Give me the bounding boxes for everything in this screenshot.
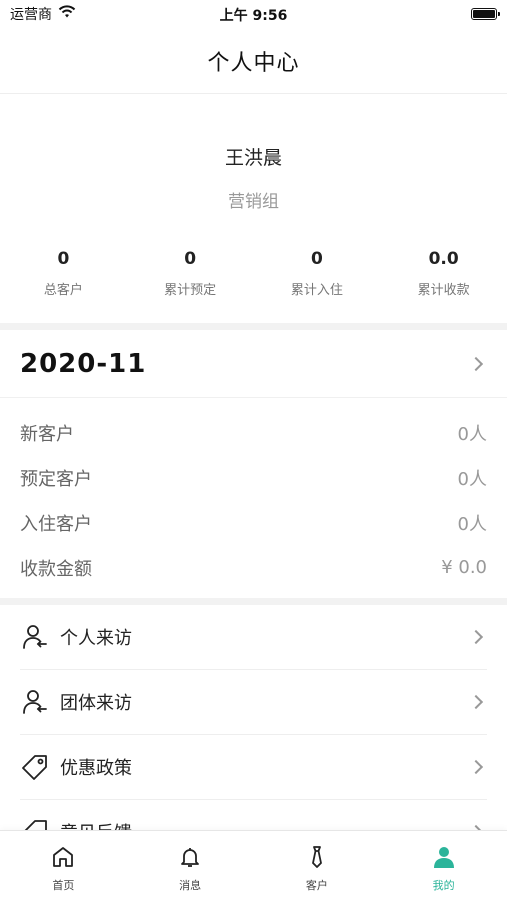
stat-value: 0 [57, 249, 70, 269]
chevron-right-icon [468, 694, 484, 710]
section-divider [0, 323, 507, 330]
stat-total-customers[interactable]: 0 总客户 [0, 249, 127, 298]
stat-total-payments[interactable]: 0.0 累计收款 [380, 249, 507, 298]
menu-item-feedback[interactable]: 意见反馈 [20, 800, 487, 830]
summary-row-payment-amount: 收款金额 ¥ 0.0 [0, 545, 507, 590]
stat-value: 0 [310, 249, 323, 269]
stat-value: 0.0 [428, 249, 459, 269]
menu-list: 个人来访 团体来访 优惠政策 意见反馈 [0, 605, 507, 830]
menu-label: 意见反馈 [60, 819, 471, 830]
menu-label: 个人来访 [60, 628, 132, 649]
battery-icon [471, 8, 500, 20]
tab-home[interactable]: 首页 [0, 831, 127, 900]
month-summary: 新客户 0人 预定客户 0人 入住客户 0人 收款金额 ¥ 0.0 [0, 410, 507, 590]
group-return-icon [20, 687, 50, 717]
tab-label: 消息 [179, 879, 202, 892]
feedback-icon [20, 817, 50, 830]
carrier-label: 运营商 [10, 7, 52, 23]
tab-label: 我的 [432, 879, 455, 892]
profile-card: 王洪晨 营销组 0 总客户 0 累计预定 0 累计入住 0.0 累计收款 [0, 95, 507, 323]
stat-total-checkins[interactable]: 0 累计入住 [254, 249, 381, 298]
stat-label: 累计预定 [164, 283, 217, 298]
bell-icon [176, 843, 204, 871]
summary-label: 预定客户 [20, 468, 92, 490]
status-time: 上午 9:56 [219, 8, 288, 24]
stat-label: 累计收款 [417, 283, 470, 298]
stat-total-bookings[interactable]: 0 累计预定 [127, 249, 254, 298]
nav-bar: 个人中心 [0, 28, 507, 94]
summary-value: 0人 [457, 423, 487, 445]
chevron-right-icon [468, 629, 484, 645]
page-title: 个人中心 [207, 50, 300, 76]
tab-bar: 首页 消息 客户 我的 [0, 830, 507, 900]
tie-icon [303, 843, 331, 871]
summary-label: 新客户 [20, 423, 74, 445]
stats-row: 0 总客户 0 累计预定 0 累计入住 0.0 累计收款 [0, 249, 507, 298]
tab-mine[interactable]: 我的 [380, 831, 507, 900]
stat-label: 累计入住 [290, 283, 343, 298]
menu-item-personal-visit[interactable]: 个人来访 [20, 605, 487, 670]
menu-item-discount-policy[interactable]: 优惠政策 [20, 735, 487, 800]
tab-customers[interactable]: 客户 [254, 831, 381, 900]
menu-label: 优惠政策 [60, 758, 132, 779]
summary-value: 0人 [457, 468, 487, 490]
month-selector[interactable]: 2020-11 [0, 330, 507, 398]
summary-row-new-customers: 新客户 0人 [0, 410, 507, 455]
summary-row-booking-customers: 预定客户 0人 [0, 455, 507, 500]
stat-label: 总客户 [43, 283, 83, 298]
summary-label: 入住客户 [20, 513, 92, 535]
profile-group: 营销组 [228, 192, 279, 212]
chevron-right-icon [468, 356, 484, 371]
status-bar: 运营商 上午 9:56 [0, 0, 507, 28]
profile-name: 王洪晨 [224, 147, 282, 169]
summary-value: ¥ 0.0 [441, 557, 487, 578]
menu-item-group-visit[interactable]: 团体来访 [20, 670, 487, 735]
summary-row-checkin-customers: 入住客户 0人 [0, 500, 507, 545]
summary-label: 收款金额 [20, 558, 92, 580]
month-title: 2020-11 [20, 348, 147, 379]
tab-label: 首页 [52, 879, 75, 892]
tab-messages[interactable]: 消息 [127, 831, 254, 900]
summary-value: 0人 [457, 513, 487, 535]
section-divider [0, 598, 507, 605]
wifi-icon [58, 5, 76, 23]
tab-label: 客户 [305, 879, 328, 892]
tag-icon [20, 752, 50, 782]
stat-value: 0 [184, 249, 197, 269]
user-icon [430, 843, 458, 871]
person-return-icon [20, 622, 50, 652]
chevron-right-icon [468, 759, 484, 775]
menu-label: 团体来访 [60, 693, 132, 714]
home-icon [49, 843, 77, 871]
